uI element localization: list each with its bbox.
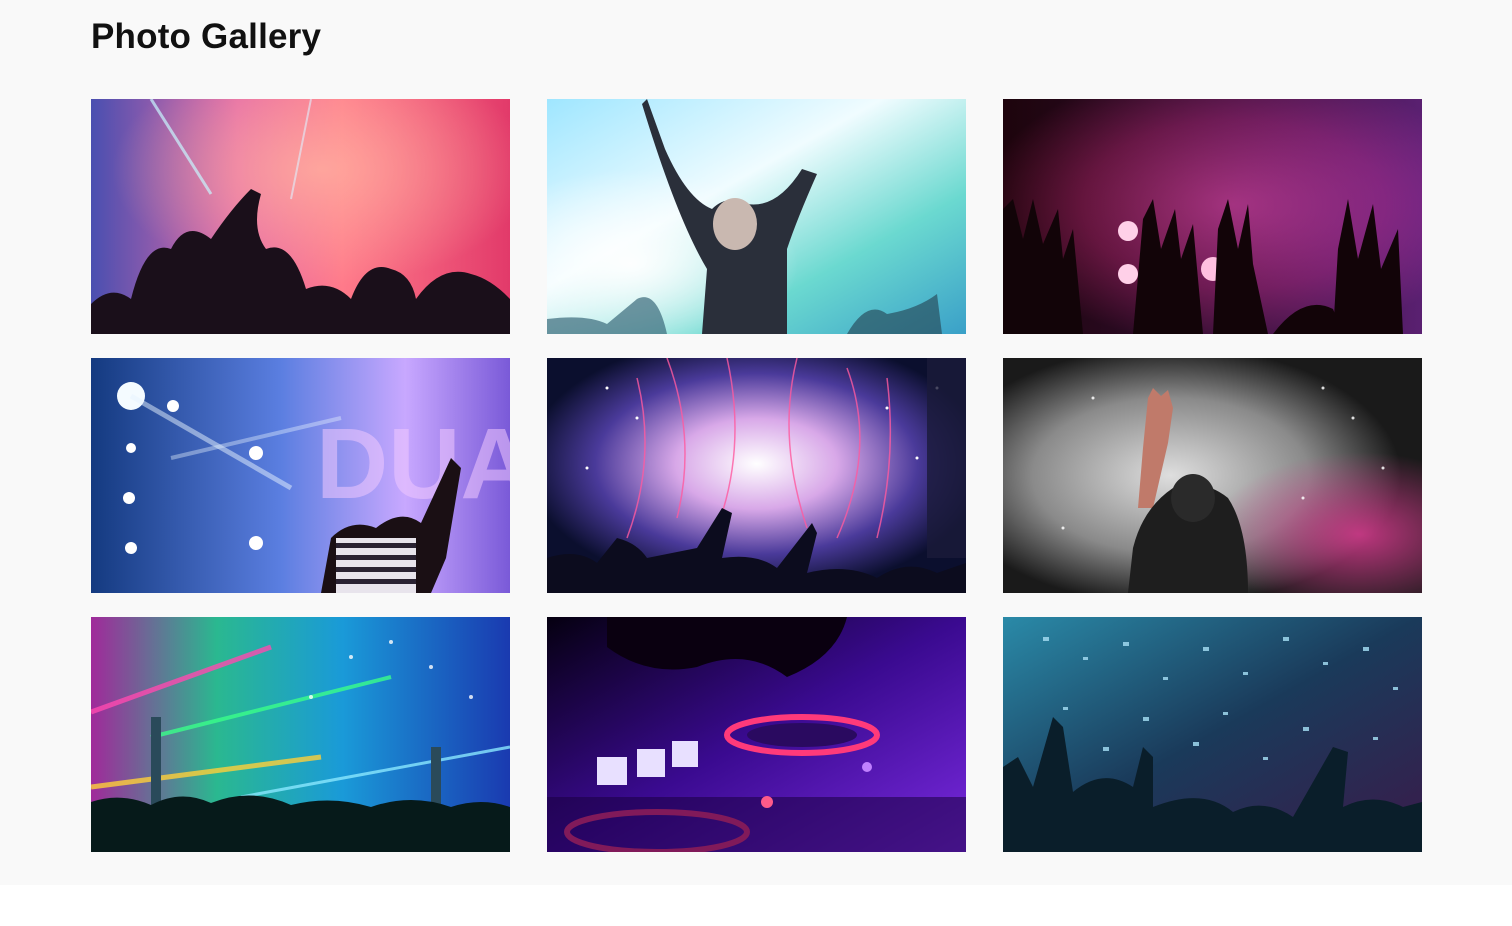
page-title: Photo Gallery [91, 17, 322, 56]
concert-image [547, 617, 966, 852]
concert-image [91, 617, 510, 852]
photo-grid: DUA [91, 99, 1422, 852]
gallery-photo-magenta-hands[interactable] [1003, 99, 1422, 334]
svg-text:DUA: DUA [316, 408, 510, 520]
gallery-photo-pink-smoke-crowd[interactable] [91, 99, 510, 334]
gallery-page: Photo Gallery DUA [0, 0, 1512, 885]
concert-image [547, 99, 966, 334]
gallery-photo-dj-turntable[interactable] [547, 617, 966, 852]
concert-image: DUA [91, 358, 510, 593]
concert-image [1003, 358, 1422, 593]
gallery-photo-blue-spotlights[interactable]: DUA [91, 358, 510, 593]
gallery-photo-fireworks-crowd[interactable] [547, 358, 966, 593]
gallery-photo-confetti-crowd[interactable] [1003, 617, 1422, 852]
concert-image [1003, 99, 1422, 334]
concert-image [91, 99, 510, 334]
gallery-photo-rainbow-lasers[interactable] [91, 617, 510, 852]
concert-image [1003, 617, 1422, 852]
gallery-photo-performer-smoke[interactable] [1003, 358, 1422, 593]
concert-image [547, 358, 966, 593]
gallery-photo-dancing-woman[interactable] [547, 99, 966, 334]
